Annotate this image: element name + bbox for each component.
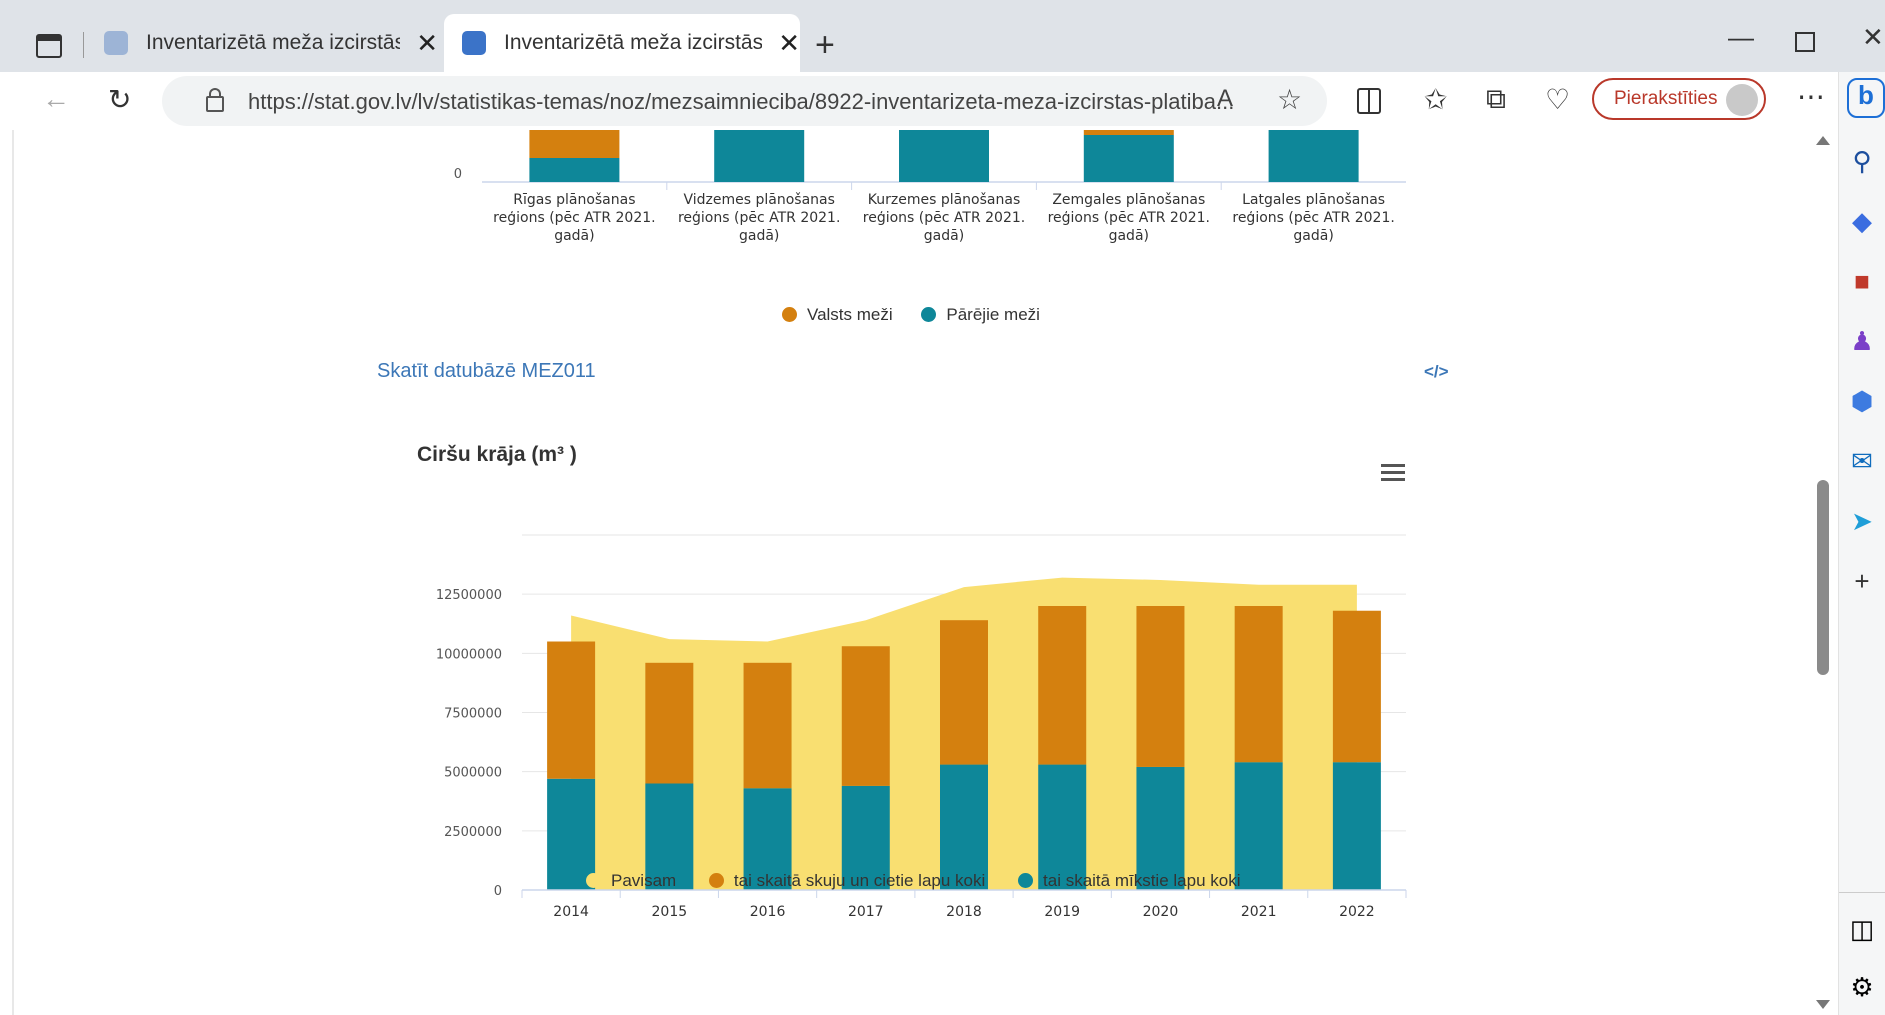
y-tick-label: 12500000 [436, 588, 502, 603]
microsoft-365-icon[interactable]: ⬢ [1847, 386, 1877, 416]
split-screen-icon[interactable] [1357, 88, 1381, 114]
bar-skuju-un-cietie-lapu-koki [743, 662, 792, 789]
bar-skuju-un-cietie-lapu-koki [1038, 606, 1087, 765]
sign-in-label: Pierakstīties [1614, 88, 1718, 109]
settings-gear-icon[interactable]: ⚙ [1847, 972, 1877, 1002]
tools-icon[interactable]: ■ [1847, 266, 1877, 296]
legend-dot [1018, 873, 1034, 888]
lock-icon[interactable] [206, 88, 224, 112]
tab-inactive[interactable]: Inventarizētā meža izcirstās platil ✕ [86, 14, 438, 72]
y-tick-label: 10000000 [436, 647, 502, 662]
x-tick-label: 2018 [946, 904, 982, 920]
bar-skuju-un-cietie-lapu-koki [1234, 606, 1283, 763]
page-content: 0 Rīgas plānošanas reģions (pēc ATR 2021. g… [12, 130, 1810, 1015]
x-tick-label: 2020 [1143, 904, 1179, 920]
bar-skuju-un-cietie-lapu-koki [1136, 606, 1185, 767]
tab-strip: Inventarizētā meža izcirstās platil ✕ In… [0, 0, 1885, 72]
legend-dot [586, 873, 601, 888]
x-tick-label: 2019 [1044, 904, 1080, 920]
tab-label: Inventarizētā meža izcirstās platil [146, 31, 401, 54]
page-scrollbar[interactable] [1808, 130, 1838, 1015]
favorite-star-icon[interactable]: ☆ [1277, 83, 1302, 116]
hide-sidebar-icon[interactable]: ◫ [1847, 914, 1877, 944]
y-tick-label: 0 [494, 884, 502, 899]
refresh-icon[interactable]: ↻ [108, 83, 131, 116]
tab-label: Inventarizētā meža izcirstās platil [504, 31, 763, 54]
legend-item-skuju[interactable]: tai skaitā skuju un cietie lapu koki [708, 871, 986, 890]
address-bar-row: ← ↻ https://stat.gov.lv/lv/statistikas-t… [12, 72, 1838, 130]
search-icon[interactable]: ⚲ [1847, 146, 1877, 176]
more-menu-icon[interactable]: ⋯ [1797, 80, 1825, 113]
copilot-icon[interactable]: b [1847, 78, 1885, 118]
x-tick-label: 2022 [1339, 904, 1375, 920]
shopping-tag-icon[interactable]: ◆ [1847, 206, 1877, 236]
legend-item-pavisam[interactable]: Pavisam [586, 871, 676, 890]
x-tick-label: 2014 [553, 904, 589, 920]
x-tick-label: 2017 [848, 904, 884, 920]
games-icon[interactable]: ♟ [1847, 326, 1877, 356]
bar-mikstie-lapu-koki [1234, 762, 1283, 890]
y-tick-label: 7500000 [444, 707, 502, 722]
x-tick-label: 2021 [1241, 904, 1277, 920]
bar-skuju-un-cietie-lapu-koki [841, 646, 890, 786]
tab-divider [83, 32, 84, 58]
site-favicon-icon [462, 31, 486, 55]
sign-in-button[interactable]: Pierakstīties [1592, 78, 1766, 120]
favorites-icon[interactable]: ✩ [1424, 83, 1447, 116]
edge-sidebar: b ⚲ ◆ ■ ♟ ⬢ ✉ ➤ + ◫ ⚙ [1838, 72, 1885, 1015]
sidebar-divider [1839, 892, 1885, 893]
bar-skuju-un-cietie-lapu-koki [645, 662, 694, 784]
read-aloud-icon[interactable]: A [1217, 85, 1233, 113]
outlook-icon[interactable]: ✉ [1847, 446, 1877, 476]
x-tick-label: 2015 [652, 904, 688, 920]
tab-actions-icon[interactable] [36, 34, 62, 58]
maximize-icon[interactable] [1795, 32, 1815, 52]
y-tick-label: 5000000 [444, 766, 502, 781]
browser-essentials-icon[interactable]: ♡ [1545, 83, 1570, 116]
legend-item-mikstie[interactable]: tai skaitā mīkstie lapu koki [1018, 871, 1240, 890]
tab-active[interactable]: Inventarizētā meža izcirstās platil ✕ [444, 14, 800, 72]
url-text[interactable]: https://stat.gov.lv/lv/statistikas-temas… [248, 89, 1248, 115]
address-bar[interactable]: https://stat.gov.lv/lv/statistikas-temas… [162, 76, 1327, 126]
bar-skuju-un-cietie-lapu-koki [940, 620, 988, 765]
bar-skuju-un-cietie-lapu-koki [547, 641, 596, 779]
scroll-thumb[interactable] [1817, 480, 1829, 675]
close-tab-icon[interactable]: ✕ [778, 28, 800, 59]
legend-label: tai skaitā skuju un cietie lapu koki [733, 871, 986, 890]
harvest-chart-legend: Pavisam tai skaitā skuju un cietie lapu … [586, 871, 1240, 891]
legend-label: tai skaitā mīkstie lapu koki [1043, 871, 1241, 890]
collections-icon[interactable]: ⧉ [1486, 83, 1506, 116]
y-tick-label: 2500000 [444, 825, 502, 840]
drop-icon[interactable]: ➤ [1847, 506, 1877, 536]
add-sidebar-app-icon[interactable]: + [1847, 566, 1877, 596]
scroll-up-arrow-icon[interactable] [1816, 136, 1830, 145]
back-icon[interactable]: ← [42, 83, 70, 115]
site-favicon-icon [104, 31, 128, 55]
close-tab-icon[interactable]: ✕ [416, 28, 438, 59]
minimize-icon[interactable]: — [1728, 22, 1754, 53]
avatar-icon [1726, 84, 1758, 116]
close-window-icon[interactable]: ✕ [1862, 22, 1884, 53]
x-tick-label: 2016 [750, 904, 786, 920]
legend-label: Pavisam [611, 871, 677, 890]
new-tab-button[interactable]: + [815, 26, 835, 65]
bar-skuju-un-cietie-lapu-koki [1332, 610, 1381, 763]
bar-mikstie-lapu-koki [1332, 762, 1381, 890]
scroll-down-arrow-icon[interactable] [1816, 1000, 1830, 1009]
legend-dot [708, 873, 724, 888]
